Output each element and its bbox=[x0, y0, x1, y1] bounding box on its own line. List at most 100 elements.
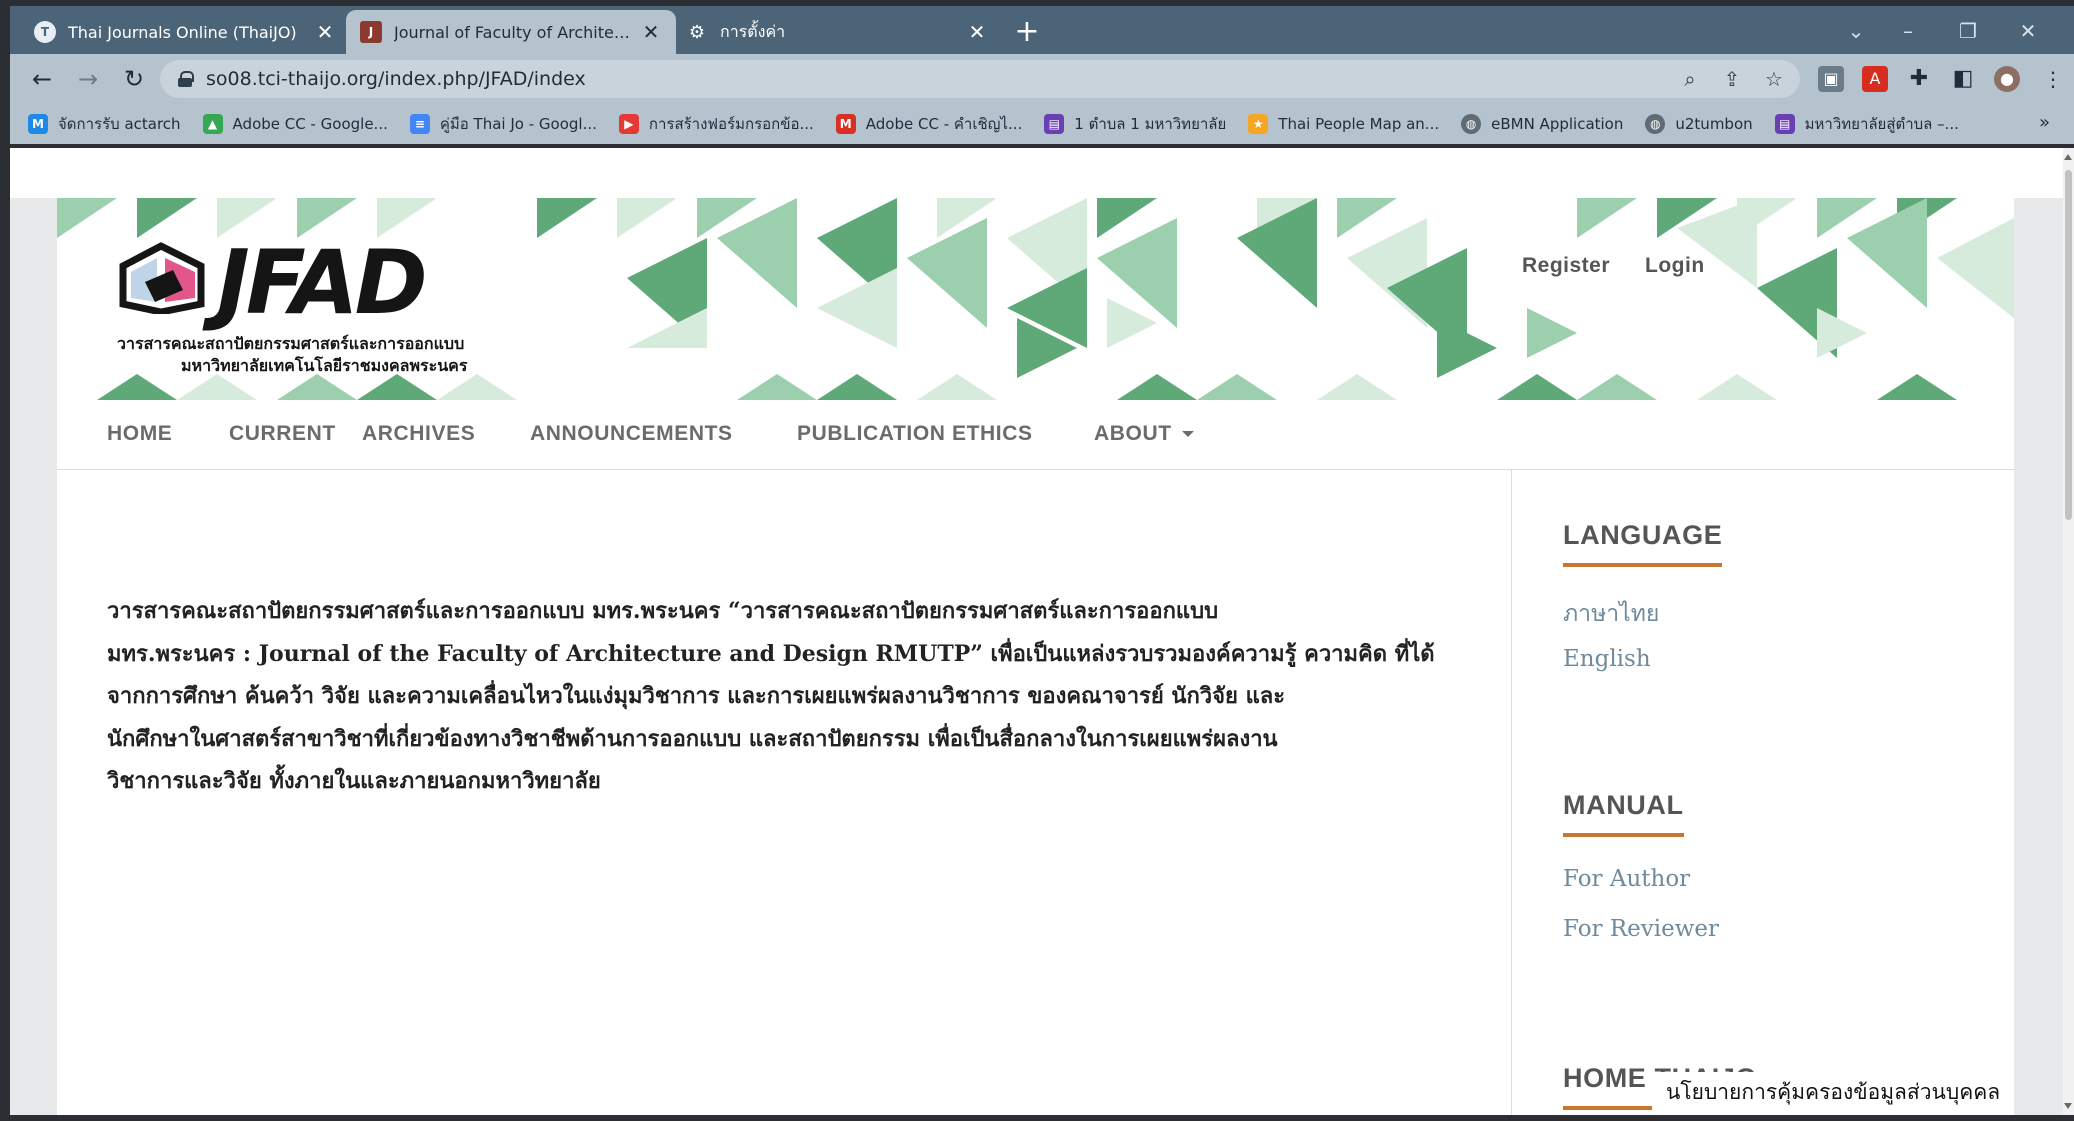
url-text: so08.tci-thaijo.org/index.php/JFAD/index bbox=[206, 68, 586, 90]
nav-about-label: ABOUT bbox=[1094, 422, 1172, 445]
minimize-icon[interactable]: – bbox=[1886, 14, 1930, 48]
star-person-icon: ★ bbox=[1248, 114, 1269, 134]
bookmark-item[interactable]: ▤ 1 ตำบล 1 มหาวิทยาลัย bbox=[1044, 112, 1226, 136]
nav-current[interactable]: CURRENT bbox=[229, 422, 336, 446]
logo-thai-line-2: มหาวิทยาลัยเทคโนโลยีราชมงคลพระนคร bbox=[181, 356, 468, 375]
zoom-icon[interactable]: ⌕ bbox=[1678, 67, 1702, 91]
close-icon[interactable]: ✕ bbox=[640, 20, 662, 44]
globe-icon: ◍ bbox=[1461, 114, 1482, 134]
bookmark-item[interactable]: M จัดการรับ actarch bbox=[28, 112, 181, 136]
bookmark-label: u2tumbon bbox=[1675, 115, 1753, 133]
manual-link-reviewer[interactable]: For Reviewer bbox=[1563, 916, 1719, 942]
banner-triangle bbox=[537, 198, 597, 238]
login-link[interactable]: Login bbox=[1645, 254, 1705, 278]
window-close-icon[interactable]: ✕ bbox=[2006, 14, 2050, 48]
bookmark-item[interactable]: ▤ มหาวิทยาลัยสู่ตำบล –... bbox=[1774, 112, 1959, 136]
address-bar[interactable]: so08.tci-thaijo.org/index.php/JFAD/index bbox=[160, 60, 1800, 98]
scroll-up-icon[interactable] bbox=[2064, 154, 2072, 160]
side-panel-icon[interactable]: ◧ bbox=[1950, 66, 1976, 92]
lock-icon bbox=[178, 71, 194, 87]
bookmark-star-icon[interactable]: ☆ bbox=[1762, 67, 1786, 91]
jfad-logo[interactable]: JFAD วารสารคณะสถาปัตยกรรมศาสตร์และการออก… bbox=[117, 238, 517, 376]
language-block-title: LANGUAGE bbox=[1563, 520, 1723, 567]
banner-triangle bbox=[817, 374, 897, 400]
main-navigation: HOME CURRENT ARCHIVES ANNOUNCEMENTS PUBL… bbox=[57, 400, 2014, 470]
bookmark-item[interactable]: ▶ การสร้างฟอร์มกรอกข้อ... bbox=[618, 112, 814, 136]
tab-label: Journal of Faculty of Architecture bbox=[394, 22, 632, 42]
extension-icon[interactable]: ▣ bbox=[1818, 66, 1844, 92]
banner-triangle bbox=[1097, 198, 1157, 238]
bookmark-item[interactable]: ◍ eBMN Application bbox=[1461, 114, 1623, 134]
bookmark-item[interactable]: ≡ คู่มือ Thai Jo - Googl... bbox=[409, 112, 597, 136]
menu-kebab-icon[interactable]: ⋮ bbox=[2040, 66, 2066, 92]
banner-triangle bbox=[1107, 298, 1157, 348]
scroll-down-icon[interactable] bbox=[2064, 1103, 2072, 1109]
sidebar: LANGUAGE ภาษาไทย English MANUAL For Auth… bbox=[1513, 470, 2014, 1115]
browser-chrome: T Thai Journals Online (ThaiJO) ✕ J Jour… bbox=[0, 0, 2074, 148]
banner-triangle bbox=[97, 374, 177, 400]
bookmark-item[interactable]: ★ Thai People Map an... bbox=[1248, 114, 1439, 134]
scrollbar-thumb[interactable] bbox=[2065, 170, 2072, 520]
bookmark-label: Adobe CC - คำเชิญไ... bbox=[865, 115, 1023, 133]
bookmark-label: การสร้างฟอร์มกรอกข้อ... bbox=[648, 115, 814, 133]
tab-search-icon[interactable]: ⌄ bbox=[1834, 14, 1878, 48]
banner-triangle bbox=[1197, 374, 1277, 400]
tab-label: การตั้งค่า bbox=[720, 21, 786, 41]
close-icon[interactable]: ✕ bbox=[314, 20, 336, 44]
journal-page: JFAD วารสารคณะสถาปัตยกรรมศาสตร์และการออก… bbox=[57, 198, 2014, 1115]
tab-thaijo[interactable]: T Thai Journals Online (ThaiJO) ✕ bbox=[20, 10, 350, 54]
back-icon[interactable]: ← bbox=[26, 63, 58, 95]
profile-avatar[interactable]: ● bbox=[1994, 66, 2020, 92]
nav-announcements[interactable]: ANNOUNCEMENTS bbox=[530, 422, 733, 446]
banner-triangle bbox=[737, 374, 817, 400]
caret-down-icon bbox=[1181, 431, 1194, 438]
privacy-policy-banner[interactable]: นโยบายการคุ้มครองข้อมูลส่วนบุคคล bbox=[1652, 1072, 2015, 1112]
bookmark-item[interactable]: ▲ Adobe CC - Google... bbox=[202, 114, 388, 134]
logo-mark-icon bbox=[119, 242, 205, 314]
share-icon[interactable]: ⇪ bbox=[1720, 67, 1744, 91]
register-link[interactable]: Register bbox=[1522, 254, 1610, 278]
google-drive-icon: ▲ bbox=[202, 114, 223, 134]
close-icon[interactable]: ✕ bbox=[966, 20, 988, 44]
bookmarks-overflow-button[interactable]: » bbox=[2039, 112, 2050, 133]
banner-triangle bbox=[1577, 198, 1637, 238]
bookmark-item[interactable]: M Adobe CC - คำเชิญไ... bbox=[835, 112, 1023, 136]
taskbar-edge bbox=[0, 1115, 2074, 1121]
bookmark-label: จัดการรับ actarch bbox=[58, 115, 181, 133]
nav-about[interactable]: ABOUT bbox=[1094, 422, 1194, 446]
description-line: วารสารคณะสถาปัตยกรรมศาสตร์และการออกแบบ ม… bbox=[107, 598, 1219, 624]
bookmark-label: คู่มือ Thai Jo - Googl... bbox=[439, 115, 597, 133]
banner-triangle bbox=[627, 308, 707, 348]
description-line: นักศึกษาในศาสตร์สาขาวิชาที่เกี่ยวข้องทาง… bbox=[107, 725, 1278, 752]
m-logo-icon: M bbox=[28, 114, 48, 134]
banner-triangle bbox=[1937, 218, 2014, 318]
puzzle-icon[interactable]: ✚ bbox=[1906, 66, 1932, 92]
tab-settings[interactable]: ⚙ การตั้งค่า ✕ bbox=[672, 10, 1002, 54]
tab-jfad[interactable]: J Journal of Faculty of Architecture ✕ bbox=[346, 10, 676, 54]
bookmark-label: Thai People Map an... bbox=[1278, 115, 1440, 133]
tab-label: Thai Journals Online (ThaiJO) bbox=[68, 22, 297, 42]
youtube-icon: ▶ bbox=[618, 114, 639, 134]
page-top-strip bbox=[10, 148, 2063, 198]
forward-icon[interactable]: → bbox=[72, 63, 104, 95]
manual-link-author[interactable]: For Author bbox=[1563, 866, 1690, 892]
globe-icon: ◍ bbox=[1645, 114, 1666, 134]
bookmark-item[interactable]: ◍ u2tumbon bbox=[1645, 114, 1753, 134]
banner-triangle bbox=[1317, 374, 1397, 400]
reload-icon[interactable]: ↻ bbox=[118, 63, 150, 95]
language-link-thai[interactable]: ภาษาไทย bbox=[1563, 596, 1659, 632]
nav-publication-ethics[interactable]: PUBLICATION ETHICS bbox=[797, 422, 1033, 446]
restore-icon[interactable]: ❐ bbox=[1946, 14, 1990, 48]
journal-description: วารสารคณะสถาปัตยกรรมศาสตร์และการออกแบบ ม… bbox=[107, 590, 1487, 803]
banner-triangle bbox=[1337, 198, 1397, 238]
language-link-english[interactable]: English bbox=[1563, 646, 1651, 672]
bookmark-label: eBMN Application bbox=[1491, 115, 1624, 133]
banner-triangle bbox=[1577, 374, 1657, 400]
banner-triangle bbox=[1117, 374, 1197, 400]
new-tab-button[interactable]: + bbox=[1010, 16, 1044, 50]
page-scrollbar[interactable] bbox=[2063, 148, 2074, 1115]
nav-home[interactable]: HOME bbox=[107, 422, 172, 446]
nav-archives[interactable]: ARCHIVES bbox=[362, 422, 475, 446]
bookmark-label: 1 ตำบล 1 มหาวิทยาลัย bbox=[1074, 115, 1227, 133]
pdf-extension-icon[interactable]: A bbox=[1862, 66, 1888, 92]
